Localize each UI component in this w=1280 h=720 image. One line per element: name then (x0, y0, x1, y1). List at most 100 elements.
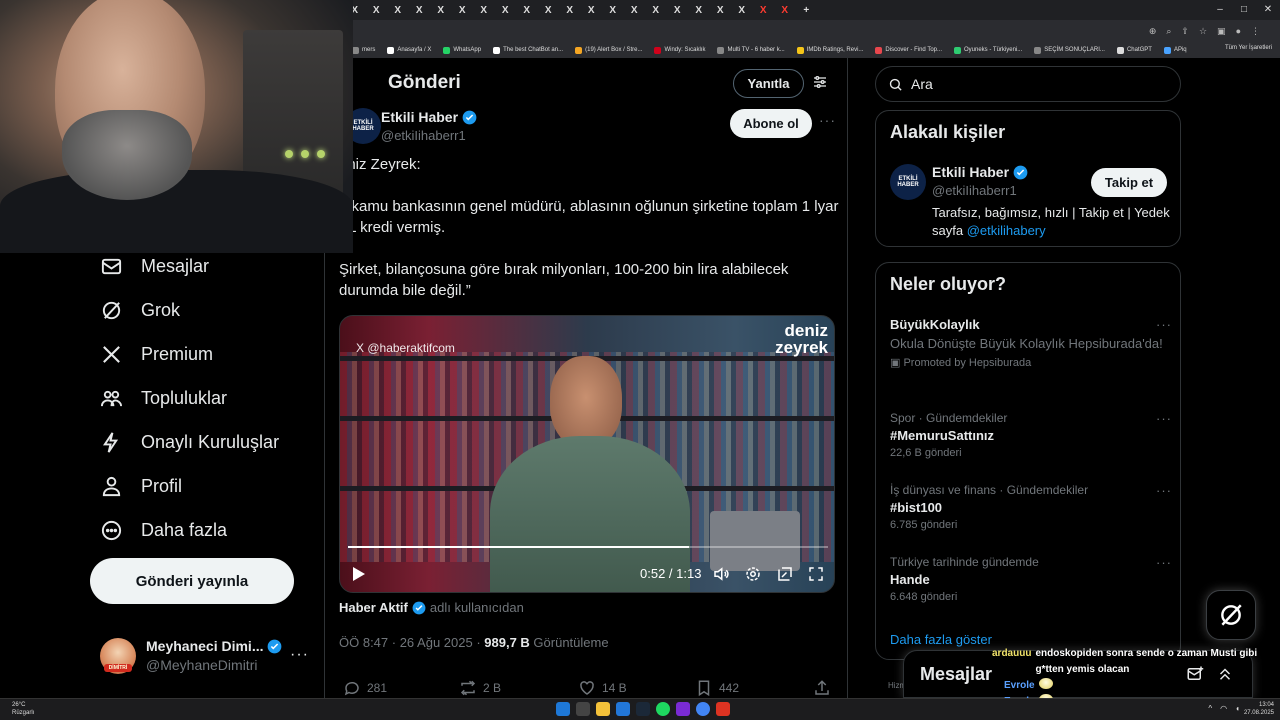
browser-tab[interactable]: X (667, 5, 689, 16)
browser-tab[interactable]: + (796, 5, 818, 16)
menu-icon[interactable]: ⋮ (1251, 26, 1260, 37)
volume-icon[interactable] (712, 565, 730, 583)
maximize-icon[interactable]: □ (1232, 0, 1256, 20)
steam-icon[interactable] (636, 702, 650, 716)
show-more-link[interactable]: Daha fazla göster (890, 632, 992, 647)
browser-tab[interactable]: X (774, 5, 796, 16)
volume-tray-icon[interactable]: ◖ (1235, 704, 1240, 713)
zoom-icon[interactable]: ⊕ (1149, 26, 1157, 37)
browser-tab[interactable]: X (516, 5, 538, 16)
bookmark-item[interactable]: Windy: Sıcaklık (654, 46, 705, 54)
browser-tab[interactable]: X (602, 5, 624, 16)
repost-action[interactable]: 2 B (459, 679, 501, 697)
browser-tab[interactable]: X (366, 5, 388, 16)
trend-more-icon[interactable]: ··· (1156, 555, 1172, 570)
bookmark-item[interactable]: Oyuneks - Türkiyeni... (954, 46, 1022, 54)
bookmark-item[interactable]: The best ChatBot an... (493, 46, 563, 54)
trend-item[interactable]: Spor · Gündemdekiler #MemuruSattınız 22,… (890, 411, 1172, 459)
close-window-icon[interactable]: ✕ (1256, 0, 1280, 20)
trend-item[interactable]: BüyükKolaylık Okula Dönüşte Büyük Kolayl… (890, 317, 1172, 369)
obs-icon[interactable] (676, 702, 690, 716)
settings-gear-icon[interactable] (744, 565, 762, 583)
browser-tab[interactable]: X (581, 5, 603, 16)
all-bookmarks[interactable]: Tüm Yer İşaretleri (1225, 45, 1272, 51)
file-explorer-icon[interactable] (596, 702, 610, 716)
nav-item-more[interactable]: Daha fazla (100, 519, 227, 542)
bookmark-item[interactable]: mers (352, 46, 375, 54)
search-box[interactable] (875, 66, 1181, 102)
browser-tab[interactable]: X (409, 5, 431, 16)
search-page-icon[interactable]: ⌕ (1166, 26, 1171, 37)
browser-tab[interactable]: X (710, 5, 732, 16)
nav-item-premium[interactable]: Premium (100, 343, 213, 366)
search-input[interactable] (911, 76, 1161, 92)
browser-tab[interactable]: X (430, 5, 452, 16)
reply-button[interactable]: Yanıtla (733, 69, 804, 98)
post-button[interactable]: Gönderi yayınla (90, 558, 294, 604)
share-icon[interactable]: ⇪ (1181, 26, 1189, 37)
extensions-icon[interactable]: ▣ (1217, 26, 1226, 37)
video-source[interactable]: Haber Aktif adlı kullanıcıdan (339, 600, 524, 615)
browser-tab[interactable]: X (753, 5, 775, 16)
nav-item-messages[interactable]: Mesajlar (100, 255, 209, 278)
account-switcher[interactable]: DİMİTRİ Meyhaneci Dimi... @MeyhaneDimitr… (100, 636, 320, 676)
search-taskbar-icon[interactable] (576, 702, 590, 716)
trend-item[interactable]: Türkiye tarihinde gündemde Hande 6.648 g… (890, 555, 1172, 603)
edge-icon[interactable] (616, 702, 630, 716)
spotify-icon[interactable] (656, 702, 670, 716)
browser-tab[interactable]: X (559, 5, 581, 16)
network-icon[interactable]: ◠ (1220, 704, 1227, 713)
related-handle[interactable]: @etkiIihaberr1 (932, 183, 1017, 198)
picture-in-picture-icon[interactable] (776, 565, 794, 583)
trend-more-icon[interactable]: ··· (1156, 317, 1172, 332)
browser-tab[interactable]: X (452, 5, 474, 16)
bookmark-star-icon[interactable]: ☆ (1199, 26, 1207, 37)
nav-item-grok[interactable]: Grok (100, 299, 180, 322)
weather-widget[interactable]: 26°C Rüzgarlı (12, 701, 34, 717)
chrome-icon[interactable] (696, 702, 710, 716)
share-action[interactable] (813, 679, 831, 697)
play-icon[interactable] (352, 566, 366, 582)
bookmark-item[interactable]: ChatGPT (1116, 46, 1152, 54)
browser-tab[interactable]: X (387, 5, 409, 16)
minimize-icon[interactable]: – (1208, 0, 1232, 20)
author-name[interactable]: Etkili Haber (381, 109, 477, 125)
bookmark-item[interactable]: IMDb Ratings, Revi... (796, 46, 863, 54)
browser-tab[interactable]: X (688, 5, 710, 16)
bookmark-action[interactable]: 442 (695, 679, 739, 697)
nav-item-profile[interactable]: Profil (100, 475, 182, 498)
browser-tab[interactable]: X (731, 5, 753, 16)
reply-action[interactable]: 281 (343, 679, 387, 697)
trend-more-icon[interactable]: ··· (1156, 483, 1172, 498)
browser-tab[interactable]: X (538, 5, 560, 16)
video-player[interactable]: X @haberaktifcom deniz zeyrek 0:52 / 1:1… (339, 315, 835, 593)
tray-chevron-icon[interactable]: ^ (1208, 704, 1212, 713)
tweet-more-icon[interactable]: ··· (819, 112, 836, 128)
profile-icon[interactable]: ● (1236, 26, 1241, 36)
browser-tab[interactable]: X (495, 5, 517, 16)
author-handle[interactable]: @etkiIihaberr1 (381, 128, 466, 143)
browser-tab[interactable]: X (624, 5, 646, 16)
follow-button[interactable]: Takip et (1091, 168, 1167, 197)
nav-item-communities[interactable]: Topluluklar (100, 387, 227, 410)
app-icon[interactable] (716, 702, 730, 716)
bookmark-item[interactable]: (19) Alert Box / Stre... (575, 46, 642, 54)
related-name[interactable]: Etkili Haber (932, 164, 1028, 180)
bookmark-item[interactable]: Multi TV - 6 haber k... (717, 46, 785, 54)
grok-button[interactable] (1206, 590, 1256, 640)
bookmark-item[interactable]: SEÇİM SONUÇLARI... (1034, 46, 1105, 54)
video-progress-bar[interactable] (348, 546, 828, 548)
filter-icon[interactable] (812, 74, 828, 90)
bookmark-item[interactable]: Discover - Find Top... (875, 46, 942, 54)
bookmark-item[interactable]: Anasayfa / X (387, 46, 431, 54)
related-avatar[interactable]: ETKİLİ HABER (890, 164, 926, 200)
subscribe-button[interactable]: Abone ol (730, 109, 812, 138)
start-icon[interactable] (556, 702, 570, 716)
tweet-timestamp[interactable]: ÖÖ 8:47 · 26 Ağu 2025 · (339, 635, 484, 650)
nav-item-verified-orgs[interactable]: Onaylı Kuruluşlar (100, 431, 279, 454)
browser-tab[interactable]: X (645, 5, 667, 16)
trend-more-icon[interactable]: ··· (1156, 411, 1172, 426)
bookmark-item[interactable]: APiq (1163, 46, 1187, 54)
like-action[interactable]: 14 B (578, 679, 627, 697)
fullscreen-icon[interactable] (807, 565, 825, 583)
